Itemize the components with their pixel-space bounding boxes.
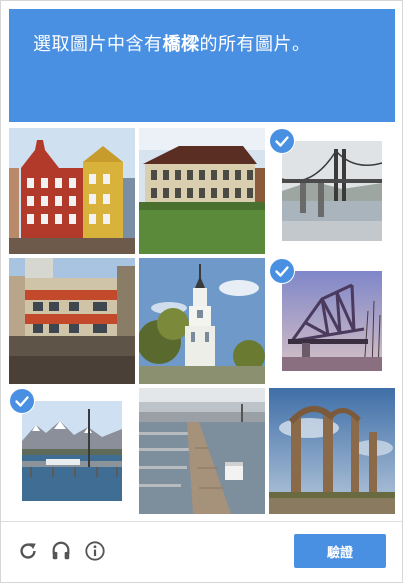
image-tile-9[interactable] xyxy=(269,388,395,514)
tile-image-harbor-dock xyxy=(139,388,265,514)
image-tile-8[interactable] xyxy=(139,388,265,514)
prompt-text-before: 選取圖片中含有 xyxy=(33,34,163,55)
image-grid xyxy=(9,128,395,514)
tile-image-stone-arches xyxy=(269,388,395,514)
image-tile-6[interactable] xyxy=(269,258,395,384)
challenge-footer: 驗證 xyxy=(1,521,402,583)
prompt-target-object: 橋樑 xyxy=(162,34,200,55)
selected-checkmark-icon xyxy=(10,389,34,413)
challenge-prompt: 選取圖片中含有橋樑的所有圖片。 xyxy=(33,33,371,57)
image-tile-4[interactable] xyxy=(9,258,135,384)
verify-button[interactable]: 驗證 xyxy=(294,534,386,568)
image-tile-1[interactable] xyxy=(9,128,135,254)
tile-image-manor-house xyxy=(139,128,265,254)
info-icon[interactable] xyxy=(84,540,106,562)
captcha-challenge: 選取圖片中含有橋樑的所有圖片。 驗證 xyxy=(0,0,403,583)
tile-image-truss-bridge xyxy=(282,271,382,371)
tile-image-colorful-buildings xyxy=(9,128,135,254)
tile-image-suspension-bridge xyxy=(282,141,382,241)
prompt-text-after: 的所有圖片。 xyxy=(199,34,311,55)
image-tile-7[interactable] xyxy=(9,388,135,514)
image-tile-3[interactable] xyxy=(269,128,395,254)
tile-image-mountain-pier xyxy=(22,401,122,501)
tile-image-church-spire xyxy=(139,258,265,384)
image-tile-2[interactable] xyxy=(139,128,265,254)
tile-image-brick-building xyxy=(9,258,135,384)
reload-icon[interactable] xyxy=(17,540,39,562)
challenge-header: 選取圖片中含有橋樑的所有圖片。 xyxy=(9,9,395,122)
headphones-icon[interactable] xyxy=(50,540,72,562)
selected-checkmark-icon xyxy=(270,129,294,153)
image-tile-5[interactable] xyxy=(139,258,265,384)
selected-checkmark-icon xyxy=(270,259,294,283)
